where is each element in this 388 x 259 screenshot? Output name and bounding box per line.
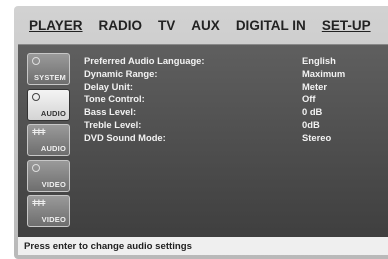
setting-row[interactable]: DVD Sound Mode: Stereo — [84, 132, 384, 145]
setting-value: Meter — [302, 80, 328, 92]
equalizer-icon: ǂǂǂ — [32, 127, 46, 137]
status-bar: Press enter to change audio settings — [18, 237, 388, 255]
sidebar-item-label: AUDIO — [40, 108, 66, 118]
setting-row[interactable]: Tone Control: Off — [84, 93, 384, 106]
sidebar-item-label: VIDEO — [41, 215, 66, 224]
knob-icon — [32, 92, 40, 101]
setting-label: Dynamic Range: — [84, 67, 158, 79]
setting-label: Bass Level: — [84, 106, 137, 118]
setting-label: Treble Level: — [84, 118, 142, 130]
setting-value: Maximum — [302, 67, 346, 79]
setting-value: Off — [302, 93, 316, 105]
setting-row[interactable]: Preferred Audio Language: English — [84, 55, 384, 68]
sidebar-item-label: VIDEO — [41, 179, 66, 189]
sidebar-item-audio[interactable]: AUDIO — [27, 88, 70, 121]
setting-value: English — [302, 55, 336, 66]
setting-label: Delay Unit: — [84, 80, 133, 92]
menu-radio[interactable]: RADIO — [99, 18, 143, 33]
setting-row[interactable]: Treble Level: 0dB — [84, 119, 384, 132]
sidebar-item-label: SYSTEM — [33, 73, 66, 82]
knob-icon — [32, 57, 40, 65]
menu-player[interactable]: PLAYER — [29, 18, 83, 33]
equalizer-icon: ǂǂǂ — [32, 198, 46, 208]
menu-aux[interactable]: AUX — [191, 18, 220, 33]
sidebar-item-audio-eq[interactable]: ǂǂǂ AUDIO — [27, 124, 70, 156]
settings-list: Preferred Audio Language: English Dynami… — [84, 55, 384, 145]
knob-icon — [32, 163, 40, 172]
setting-value: 0 dB — [302, 106, 323, 118]
setting-label: Preferred Audio Language: — [84, 55, 205, 66]
category-sidebar: SYSTEM AUDIO ǂǂǂ AUDIO VIDEO ǂǂǂ VIDEO — [27, 53, 70, 231]
sidebar-item-system[interactable]: SYSTEM — [27, 53, 70, 85]
menu-digital-in[interactable]: DIGITAL IN — [236, 18, 306, 33]
menu-tv[interactable]: TV — [158, 18, 175, 33]
status-text: Press enter to change audio settings — [24, 240, 192, 252]
sidebar-item-video[interactable]: VIDEO — [27, 159, 70, 192]
setting-row[interactable]: Delay Unit: Meter — [84, 81, 384, 94]
sidebar-item-label: AUDIO — [40, 144, 66, 153]
sidebar-item-video-eq[interactable]: ǂǂǂ VIDEO — [27, 195, 70, 227]
setting-label: Tone Control: — [84, 93, 145, 105]
setting-row[interactable]: Bass Level: 0 dB — [84, 106, 384, 119]
menu-setup[interactable]: SET-UP — [322, 18, 371, 33]
setting-value: Stereo — [302, 131, 332, 143]
setting-row[interactable]: Dynamic Range: Maximum — [84, 68, 384, 81]
top-menu: PLAYER RADIO TV AUX DIGITAL IN SET-UP — [14, 6, 388, 44]
setting-label: DVD Sound Mode: — [84, 131, 166, 143]
setting-value: 0dB — [302, 118, 320, 130]
